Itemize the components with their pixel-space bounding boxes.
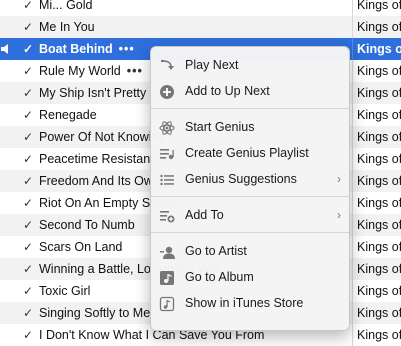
track-artist: Kings of Leon bbox=[357, 64, 401, 78]
track-artist: Kings of Leon bbox=[357, 0, 401, 12]
menu-item-label: Go to Album bbox=[185, 270, 254, 284]
track-artist: Kings of Leon bbox=[357, 20, 401, 34]
more-options-icon[interactable]: ••• bbox=[127, 64, 143, 78]
checkbox[interactable]: ✓ bbox=[23, 0, 33, 16]
menu-item-label: Add to Up Next bbox=[185, 84, 270, 98]
track-name: Renegade bbox=[39, 108, 97, 122]
genius-playlist-icon bbox=[159, 145, 175, 161]
track-name: My Ship Isn't Pretty bbox=[39, 86, 147, 100]
checkbox[interactable]: ✓ bbox=[23, 148, 33, 170]
track-artist: Kings of Leon bbox=[357, 328, 401, 342]
track-artist: Kings of Leon bbox=[357, 152, 401, 166]
checkbox[interactable]: ✓ bbox=[23, 258, 33, 280]
track-name: Me In You bbox=[39, 20, 95, 34]
menu-item-go-to-album[interactable]: Go to Album bbox=[151, 264, 349, 290]
track-artist: Kings of Leon bbox=[357, 306, 401, 320]
more-options-icon[interactable]: ••• bbox=[119, 42, 135, 56]
checkbox[interactable]: ✓ bbox=[23, 16, 33, 38]
checkbox[interactable]: ✓ bbox=[23, 126, 33, 148]
menu-item-label: Go to Artist bbox=[185, 244, 247, 258]
menu-item-create-genius-playlist[interactable]: Create Genius Playlist bbox=[151, 140, 349, 166]
context-menu: Play Next Add to Up Next Start Genius Cr… bbox=[150, 46, 350, 331]
menu-item-genius-suggestions[interactable]: Genius Suggestions › bbox=[151, 166, 349, 192]
menu-item-go-to-artist[interactable]: Go to Artist bbox=[151, 238, 349, 264]
add-up-next-icon bbox=[159, 83, 175, 99]
track-artist: Kings of Leon bbox=[357, 196, 401, 210]
track-artist: Kings of Leon bbox=[357, 218, 401, 232]
checkbox[interactable]: ✓ bbox=[23, 82, 33, 104]
checkbox[interactable]: ✓ bbox=[23, 104, 33, 126]
checkbox[interactable]: ✓ bbox=[23, 192, 33, 214]
table-row[interactable]: ✓ Mi... Gold Kings of Leon bbox=[0, 0, 401, 16]
menu-item-label: Genius Suggestions bbox=[185, 172, 297, 186]
track-artist: Kings of Leon bbox=[357, 42, 401, 56]
track-name: Singing Softly to Me bbox=[39, 306, 151, 320]
menu-item-label: Show in iTunes Store bbox=[185, 296, 304, 310]
menu-item-add-to-up-next[interactable]: Add to Up Next bbox=[151, 78, 349, 104]
submenu-arrow-icon: › bbox=[337, 172, 341, 186]
menu-separator bbox=[151, 108, 349, 109]
genius-icon bbox=[159, 119, 175, 135]
menu-item-add-to[interactable]: Add To › bbox=[151, 202, 349, 228]
itunes-store-icon bbox=[159, 295, 175, 312]
checkbox[interactable]: ✓ bbox=[23, 324, 33, 346]
track-artist: Kings of Leon bbox=[357, 130, 401, 144]
checkbox[interactable]: ✓ bbox=[23, 280, 33, 302]
menu-item-label: Create Genius Playlist bbox=[185, 146, 309, 160]
track-name: Power Of Not Knowing bbox=[39, 130, 166, 144]
speaker-icon bbox=[1, 38, 11, 60]
menu-item-show-in-itunes-store[interactable]: Show in iTunes Store bbox=[151, 290, 349, 316]
track-artist: Kings of Leon bbox=[357, 174, 401, 188]
genius-suggestions-icon bbox=[159, 171, 175, 187]
table-row[interactable]: ✓ Me In You Kings of Leon bbox=[0, 16, 401, 38]
add-to-icon bbox=[159, 207, 175, 223]
checkbox[interactable]: ✓ bbox=[23, 38, 33, 60]
track-artist: Kings of Leon bbox=[357, 86, 401, 100]
checkbox[interactable]: ✓ bbox=[23, 236, 33, 258]
menu-separator bbox=[151, 232, 349, 233]
track-name: Peacetime Resistance bbox=[39, 152, 164, 166]
track-artist: Kings of Leon bbox=[357, 262, 401, 276]
menu-item-label: Start Genius bbox=[185, 120, 255, 134]
track-artist: Kings of Leon bbox=[357, 108, 401, 122]
menu-separator bbox=[151, 196, 349, 197]
checkbox[interactable]: ✓ bbox=[23, 214, 33, 236]
menu-item-label: Play Next bbox=[185, 58, 239, 72]
checkbox[interactable]: ✓ bbox=[23, 170, 33, 192]
track-name: Scars On Land bbox=[39, 240, 123, 254]
menu-item-label: Add To bbox=[185, 208, 224, 222]
checkbox[interactable]: ✓ bbox=[23, 60, 33, 82]
track-name: Rule My World ••• bbox=[39, 64, 143, 78]
track-name: Toxic Girl bbox=[39, 284, 91, 298]
play-next-icon bbox=[159, 57, 175, 73]
menu-item-start-genius[interactable]: Start Genius bbox=[151, 114, 349, 140]
track-name: Boat Behind ••• bbox=[39, 42, 135, 56]
menu-item-play-next[interactable]: Play Next bbox=[151, 52, 349, 78]
submenu-arrow-icon: › bbox=[337, 208, 341, 222]
track-name: Mi... Gold bbox=[39, 0, 93, 12]
artist-icon bbox=[159, 243, 175, 259]
album-icon bbox=[159, 269, 175, 285]
track-artist: Kings of Leon bbox=[357, 240, 401, 254]
track-name: Second To Numb bbox=[39, 218, 135, 232]
track-artist: Kings of Leon bbox=[357, 284, 401, 298]
checkbox[interactable]: ✓ bbox=[23, 302, 33, 324]
